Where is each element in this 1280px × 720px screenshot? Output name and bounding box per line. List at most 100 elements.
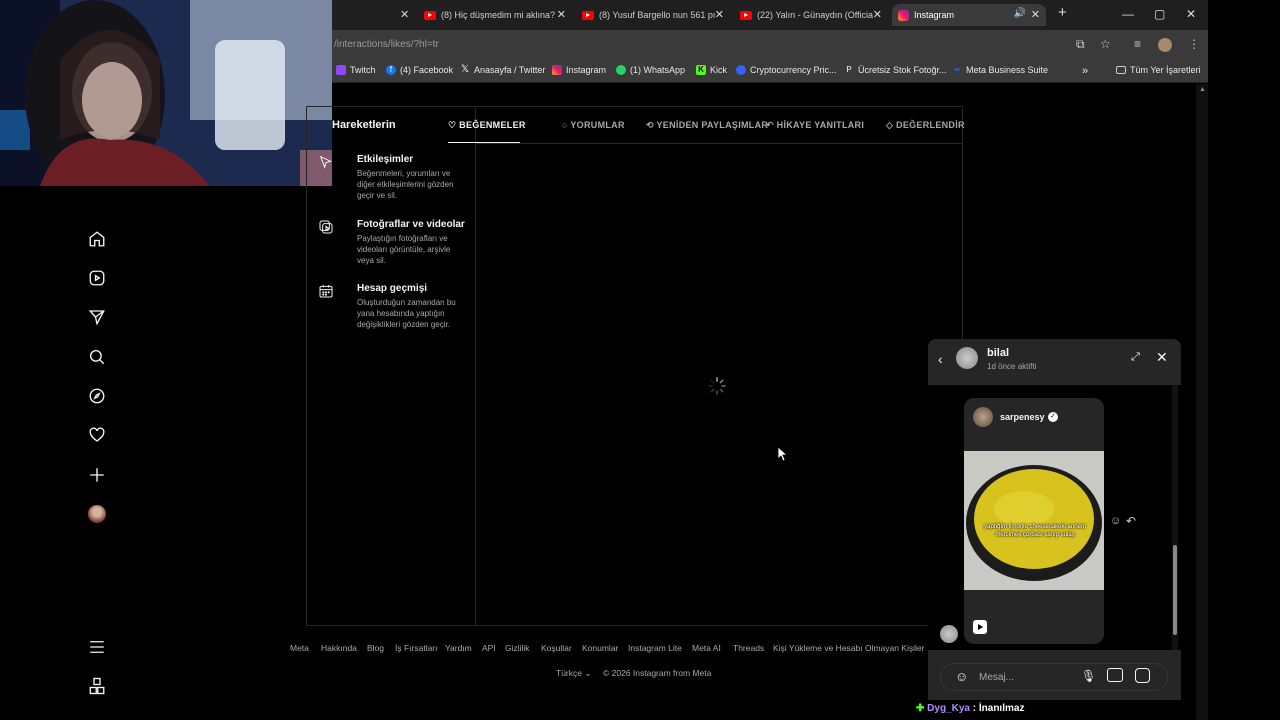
footer-link[interactable]: API [482,643,496,653]
bookmark-item[interactable]: ∞ Meta Business Suite [952,65,1048,75]
footer-link[interactable]: Koşullar [541,643,572,653]
tab-comments[interactable]: ○ YORUMLAR [562,120,625,130]
tab-story-replies[interactable]: ↶ HİKAYE YANITLARI [766,120,864,131]
menu-kebab-icon[interactable]: ⋮ [1188,37,1200,51]
explore-icon[interactable] [88,387,106,405]
profile-avatar[interactable] [88,505,106,523]
minimize-button[interactable]: — [1122,7,1134,21]
bookmark-item[interactable]: 𝕏 Anasayfa / Twitter [460,65,545,76]
tab-title: Instagram [914,10,955,20]
bookmark-item[interactable]: f (4) Facebook [386,65,453,75]
footer-link[interactable]: Kişi Yükleme ve Hesabı Olmayan Kişiler [773,643,925,653]
bookmark-item[interactable]: (1) WhatsApp [616,65,685,75]
expand-icon[interactable]: ⤢ [1131,351,1140,364]
close-tab-icon[interactable]: ✕ [873,8,882,21]
footer-link[interactable]: Meta AI [692,643,721,653]
footer-link[interactable]: Meta [290,643,309,653]
close-tab-icon[interactable]: ✕ [400,8,409,21]
chat-messages: sarpenesy ✓ yaptığım limonlu cheesecakek… [928,385,1181,650]
footer-link[interactable]: Threads [733,643,764,653]
bookmark-item[interactable]: Cryptocurrency Pric... [736,65,837,75]
tab-likes[interactable]: ♡ BEĞENMELER [448,120,526,131]
page-scrollbar[interactable]: ▲ [1196,84,1208,720]
footer-link[interactable]: Konumlar [582,643,618,653]
scrollbar-thumb[interactable] [1173,545,1177,635]
post-author[interactable]: sarpenesy [1000,412,1045,422]
browser-tab[interactable]: (8) Yusuf Bargello nun 561 pı ✕ [576,4,730,26]
all-bookmarks-folder[interactable]: Tüm Yer İşaretleri [1116,65,1201,75]
facebook-icon: f [386,65,396,75]
create-plus-icon[interactable] [88,466,106,484]
post-image: yaptığım limonlu cheesecakeki annem merc… [964,451,1104,590]
microphone-icon[interactable]: 🎙 [1081,669,1096,683]
reels-icon[interactable] [88,269,106,287]
footer-link[interactable]: Instagram Lite [628,643,682,653]
bookmark-item[interactable]: K Kick [696,65,727,75]
language-label: Türkçe [556,668,582,678]
back-arrow-icon[interactable]: ‹ [938,351,943,367]
footer-link[interactable]: Yardım [445,643,472,653]
bookmark-star-icon[interactable]: ☆ [1100,37,1111,51]
chat-badge-icon: ✚ [916,703,925,714]
shared-post[interactable]: sarpenesy ✓ yaptığım limonlu cheesecakek… [964,398,1104,644]
message-input[interactable]: ☺ Mesaj... 🎙 [940,663,1168,691]
home-icon[interactable] [88,230,106,248]
footer-link[interactable]: Hakkında [321,643,357,653]
search-icon[interactable] [88,348,106,366]
bookmark-item[interactable]: Twitch [336,65,376,75]
new-tab-button[interactable]: + [1058,4,1067,21]
bookmark-label: Meta Business Suite [966,65,1049,75]
chat-avatar[interactable] [956,347,978,369]
close-tab-icon[interactable]: ✕ [557,8,566,21]
speaker-icon[interactable]: 🔊 [1014,8,1026,19]
also-from-meta-icon[interactable] [88,677,106,695]
bookmarks-overflow-icon[interactable]: » [1082,65,1088,77]
browser-tab-bar: ✕ (8) Hiç düşmedim mi aklına? ✕ (8) Yusu… [330,0,1208,30]
youtube-icon [582,10,594,20]
bookmark-label: (4) Facebook [400,65,454,75]
chat-username[interactable]: bilal [987,347,1009,359]
close-tab-icon[interactable]: ✕ [715,8,724,21]
react-emoji-icon[interactable]: ☺ [1110,515,1121,527]
footer-link[interactable]: İş Fırsatları [395,643,438,653]
sticker-icon[interactable] [1135,668,1150,683]
browser-tab[interactable]: (22) Yalın - Günaydın (Officia ✕ [734,4,888,26]
bookmark-label: Ücretsiz Stok Fotoğr... [858,65,947,75]
menu-item-account-history[interactable]: Hesap geçmişi Oluşturduğun zamandan bu y… [318,283,478,330]
footer-link[interactable]: Gizlilik [505,643,530,653]
tab-label: YORUMLAR [570,120,625,130]
browser-tab[interactable]: (8) Hiç düşmedim mi aklına? ✕ [418,4,572,26]
menu-item-interactions[interactable]: Etkileşimler Beğenmeleri, yorumları ve d… [318,154,478,201]
more-menu-icon[interactable] [88,638,106,656]
close-icon[interactable]: ✕ [1156,349,1168,366]
media-controls-icon[interactable]: ≡ [1134,37,1141,51]
emoji-icon[interactable]: ☺ [955,669,968,684]
language-selector[interactable]: Türkçe ⌄ [556,668,591,679]
reel-play-icon [973,620,987,634]
tab-reposts[interactable]: ⟲ YENİDEN PAYLAŞIMLAR [646,120,768,131]
browser-tab-active[interactable]: Instagram 🔊 ✕ [892,4,1046,26]
image-upload-icon[interactable] [1107,668,1123,682]
loading-spinner-icon [707,376,727,396]
maximize-button[interactable]: ▢ [1154,7,1165,21]
chat-scrollbar[interactable] [1172,385,1178,650]
profile-avatar[interactable] [1158,38,1172,52]
tab-label: YENİDEN PAYLAŞIMLAR [656,120,769,130]
post-author-avatar [973,407,993,427]
notifications-heart-icon[interactable] [88,426,106,444]
url-field[interactable]: /interactions/likes/?hl=tr [334,39,439,50]
close-tab-icon[interactable]: ✕ [1031,8,1040,21]
interactions-icon [318,154,334,170]
close-window-button[interactable]: ✕ [1186,7,1196,21]
bookmark-item[interactable]: P Ücretsiz Stok Fotoğr... [844,65,947,75]
bookmark-item[interactable]: Instagram [552,65,606,75]
reply-icon[interactable]: ↶ [1126,514,1136,528]
sender-avatar [940,625,958,643]
install-app-icon[interactable]: ⧉ [1076,37,1085,52]
photos-videos-icon [318,219,334,235]
footer-link[interactable]: Blog [367,643,384,653]
messages-icon[interactable] [88,308,106,326]
menu-item-photos-videos[interactable]: Fotoğraflar ve videolar Paylaştığın foto… [318,219,478,266]
scroll-up-icon[interactable]: ▲ [1199,86,1206,93]
tab-reviews[interactable]: ◇ DEĞERLENDİR [886,120,965,131]
